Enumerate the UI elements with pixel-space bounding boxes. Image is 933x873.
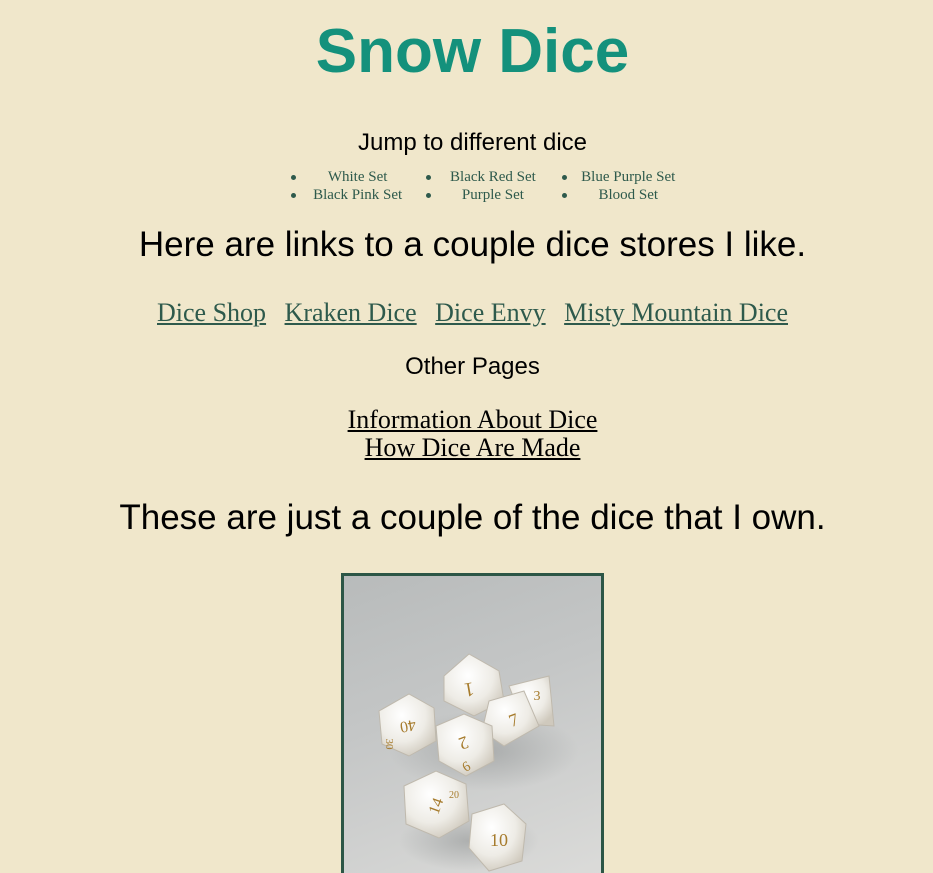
- dice-photo: 1 3 7 40 30 2 6 14 20 10: [341, 573, 604, 873]
- other-pages-heading: Other Pages: [405, 353, 540, 380]
- page-title: Snow Dice: [315, 17, 630, 86]
- svg-text:3: 3: [534, 689, 541, 704]
- list-item: Black Pink Set: [290, 186, 425, 204]
- bullet-icon: [561, 175, 567, 180]
- store-link-misty-mountain-dice[interactable]: Misty Mountain Dice: [564, 298, 788, 327]
- svg-text:40: 40: [399, 716, 418, 736]
- store-link-dice-shop[interactable]: Dice Shop: [157, 298, 266, 327]
- svg-text:30: 30: [383, 739, 395, 751]
- bullet-icon: [426, 193, 432, 198]
- jump-link-blue-purple-set[interactable]: Blue Purple Set: [581, 168, 675, 186]
- jump-link-blood-set[interactable]: Blood Set: [598, 186, 658, 204]
- jump-nav-list: White Set Black Red Set Blue Purple Set …: [290, 168, 696, 204]
- store-link-dice-envy[interactable]: Dice Envy: [435, 298, 545, 327]
- store-link-kraken-dice[interactable]: Kraken Dice: [285, 298, 417, 327]
- jump-link-black-red-set[interactable]: Black Red Set: [450, 168, 536, 186]
- bullet-icon: [426, 175, 432, 180]
- stores-heading: Here are links to a couple dice stores I…: [138, 225, 807, 264]
- svg-text:10: 10: [490, 830, 508, 850]
- gallery-heading: These are just a couple of the dice that…: [119, 498, 826, 537]
- store-links: Dice Shop Kraken Dice Dice Envy Misty Mo…: [0, 297, 933, 329]
- page-link-how-dice-are-made[interactable]: How Dice Are Made: [0, 434, 933, 462]
- list-item: White Set: [290, 168, 425, 186]
- jump-heading: Jump to different dice: [357, 129, 588, 156]
- bullet-icon: [291, 193, 296, 198]
- list-item: Purple Set: [425, 186, 560, 204]
- jump-link-black-pink-set[interactable]: Black Pink Set: [313, 186, 402, 204]
- jump-link-purple-set[interactable]: Purple Set: [462, 186, 524, 204]
- list-item: Blood Set: [561, 186, 696, 204]
- list-item: Black Red Set: [425, 168, 560, 186]
- svg-text:20: 20: [449, 790, 459, 801]
- other-pages-links: Information About Dice How Dice Are Made: [0, 406, 933, 462]
- page-link-information-about-dice[interactable]: Information About Dice: [0, 406, 933, 434]
- list-item: Blue Purple Set: [561, 168, 696, 186]
- jump-link-white-set[interactable]: White Set: [328, 168, 388, 186]
- white-dice-photo-illustration: 1 3 7 40 30 2 6 14 20 10: [378, 653, 579, 872]
- bullet-icon: [291, 175, 296, 180]
- bullet-icon: [561, 193, 567, 198]
